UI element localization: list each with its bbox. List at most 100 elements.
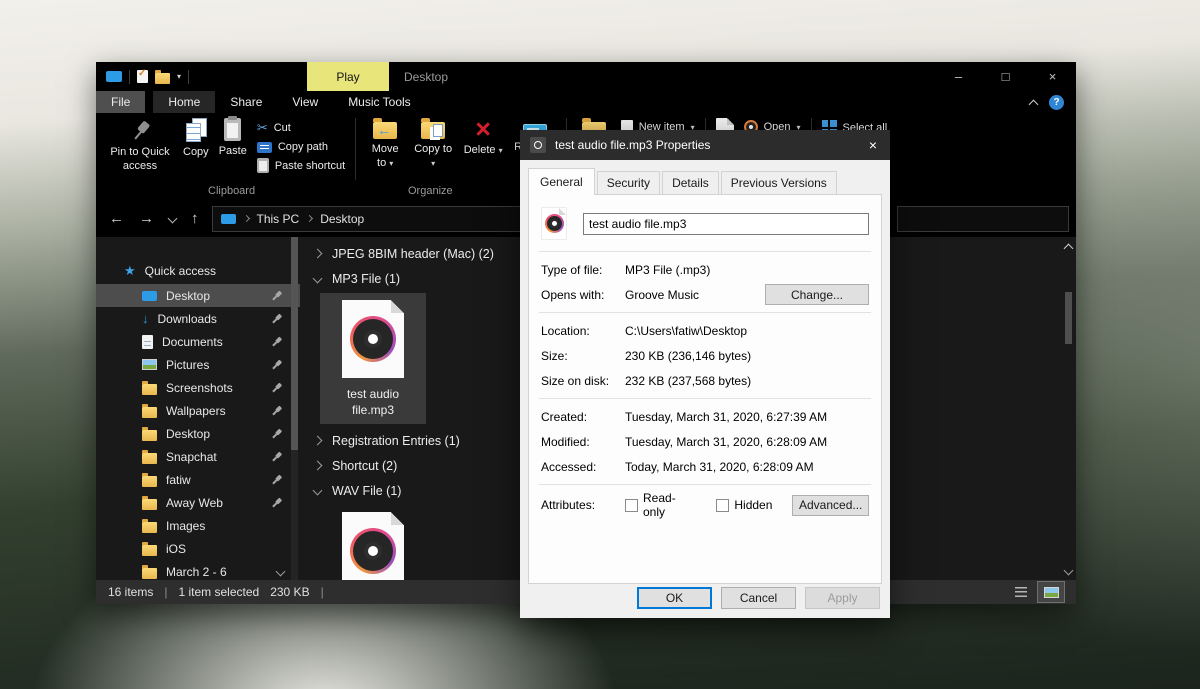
sidebar-item-away-web[interactable]: Away Web bbox=[96, 491, 300, 514]
scrollbar-thumb[interactable] bbox=[1065, 292, 1072, 344]
folder-icon bbox=[142, 522, 157, 533]
sidebar-scrollbar[interactable] bbox=[291, 237, 298, 580]
minimize-button[interactable]: – bbox=[935, 62, 982, 91]
tab-previous-versions[interactable]: Previous Versions bbox=[721, 171, 837, 194]
sidebar-item-ios[interactable]: iOS bbox=[96, 537, 300, 560]
sidebar-item-desktop[interactable]: Desktop bbox=[96, 284, 300, 307]
pin-icon bbox=[269, 426, 285, 442]
breadcrumb-desktop[interactable]: Desktop bbox=[320, 212, 364, 226]
location-label: Location: bbox=[541, 324, 625, 338]
sidebar-item-documents[interactable]: Documents bbox=[96, 330, 300, 353]
help-icon[interactable]: ? bbox=[1049, 95, 1064, 110]
paste-button[interactable]: Paste bbox=[214, 113, 252, 185]
qat-properties-icon[interactable]: ✓ bbox=[137, 70, 148, 83]
filename-input[interactable] bbox=[583, 213, 869, 235]
maximize-button[interactable]: □ bbox=[982, 62, 1029, 91]
pin-to-quick-access-button[interactable]: Pin to Quick access bbox=[102, 113, 178, 185]
qat-new-folder-icon[interactable] bbox=[155, 73, 170, 84]
vinyl-disc-icon bbox=[350, 316, 396, 362]
contextual-tab-play[interactable]: Play bbox=[307, 62, 389, 91]
copy-button[interactable]: Copy bbox=[178, 113, 214, 185]
apply-button[interactable]: Apply bbox=[805, 587, 880, 609]
breadcrumb-chevron-icon[interactable] bbox=[306, 215, 313, 222]
details-view-icon bbox=[1015, 587, 1027, 597]
pin-icon bbox=[269, 311, 285, 327]
thumbnail-view-button[interactable] bbox=[1038, 582, 1064, 602]
location-value: C:\Users\fatiw\Desktop bbox=[625, 324, 747, 338]
chevron-right-icon bbox=[313, 461, 323, 471]
sidebar-item-snapchat[interactable]: Snapchat bbox=[96, 445, 300, 468]
sidebar-item-wallpapers[interactable]: Wallpapers bbox=[96, 399, 300, 422]
breadcrumb-this-pc[interactable]: This PC bbox=[257, 212, 300, 226]
tab-music-tools[interactable]: Music Tools bbox=[333, 91, 425, 113]
readonly-checkbox[interactable] bbox=[625, 499, 638, 512]
recent-locations-caret-icon[interactable] bbox=[168, 214, 178, 224]
thumbnail-view-icon bbox=[1044, 587, 1059, 598]
file-tile-mp3[interactable]: test audio file.mp3 bbox=[320, 293, 426, 424]
change-button[interactable]: Change... bbox=[765, 284, 869, 305]
dialog-close-button[interactable]: × bbox=[856, 130, 890, 160]
sidebar-item-desktop-folder[interactable]: Desktop bbox=[96, 422, 300, 445]
up-button[interactable]: ↑ bbox=[191, 210, 199, 227]
hidden-checkbox[interactable] bbox=[716, 499, 729, 512]
collapse-ribbon-icon[interactable] bbox=[1029, 99, 1039, 109]
sidebar-item-march-2-6[interactable]: March 2 - 6 bbox=[96, 560, 300, 580]
breadcrumb-chevron-icon[interactable] bbox=[242, 215, 249, 222]
sidebar-item-quick-access[interactable]: ★ Quick access bbox=[96, 259, 300, 282]
tab-file[interactable]: File bbox=[96, 91, 145, 113]
location-folder-icon bbox=[221, 214, 236, 224]
sidebar-item-pictures[interactable]: Pictures bbox=[96, 353, 300, 376]
file-list-scrollbar[interactable] bbox=[1061, 237, 1076, 580]
title-bar: ✓ ▾ Play Desktop – □ × bbox=[96, 62, 1076, 91]
cancel-button[interactable]: Cancel bbox=[721, 587, 796, 609]
forward-button[interactable]: → bbox=[139, 210, 154, 227]
tab-security[interactable]: Security bbox=[597, 171, 660, 194]
quick-access-toolbar: ✓ ▾ bbox=[106, 62, 189, 91]
created-label: Created: bbox=[541, 410, 625, 424]
sidebar-item-downloads[interactable]: ↓ Downloads bbox=[96, 307, 300, 330]
advanced-button[interactable]: Advanced... bbox=[792, 495, 869, 516]
sidebar-item-images[interactable]: Images bbox=[96, 514, 300, 537]
modified-label: Modified: bbox=[541, 435, 625, 449]
copy-path-button[interactable]: Copy path bbox=[257, 141, 345, 153]
search-input[interactable] bbox=[897, 206, 1069, 232]
details-view-button[interactable] bbox=[1008, 582, 1034, 602]
organize-group-label: Organize bbox=[408, 185, 453, 197]
audio-file-icon bbox=[342, 300, 404, 378]
accessed-value: Today, March 31, 2020, 6:28:09 AM bbox=[625, 460, 814, 474]
scroll-down-icon[interactable] bbox=[1064, 566, 1074, 576]
file-tile-wav[interactable] bbox=[320, 505, 426, 580]
vinyl-disc-icon bbox=[545, 214, 564, 233]
tab-view[interactable]: View bbox=[277, 91, 333, 113]
chevron-down-icon[interactable] bbox=[276, 567, 286, 577]
tab-details[interactable]: Details bbox=[662, 171, 719, 194]
item-count: 16 items bbox=[108, 585, 153, 599]
sidebar-item-fatiw[interactable]: fatiw bbox=[96, 468, 300, 491]
caret-down-icon: ▾ bbox=[431, 159, 435, 168]
delete-x-icon: × bbox=[475, 118, 491, 140]
modified-value: Tuesday, March 31, 2020, 6:28:09 AM bbox=[625, 435, 827, 449]
chevron-down-icon bbox=[313, 486, 323, 496]
tab-home[interactable]: Home bbox=[153, 91, 215, 113]
scroll-up-icon[interactable] bbox=[1064, 244, 1074, 254]
tab-share[interactable]: Share bbox=[215, 91, 277, 113]
sidebar-item-screenshots[interactable]: Screenshots bbox=[96, 376, 300, 399]
copy-icon bbox=[185, 118, 207, 142]
qat-customize-caret-icon[interactable]: ▾ bbox=[177, 72, 181, 81]
folder-icon bbox=[142, 453, 157, 464]
pin-icon bbox=[269, 380, 285, 396]
tab-general[interactable]: General bbox=[528, 168, 595, 195]
audio-file-icon bbox=[342, 512, 404, 580]
copy-to-button[interactable]: Copy to ▾ bbox=[409, 113, 457, 185]
cut-button[interactable]: ✂ Cut bbox=[257, 120, 345, 136]
ok-button[interactable]: OK bbox=[637, 587, 712, 609]
close-button[interactable]: × bbox=[1029, 62, 1076, 91]
window-controls: – □ × bbox=[935, 62, 1076, 91]
dialog-title: test audio file.mp3 Properties bbox=[555, 138, 710, 152]
type-label: Type of file: bbox=[541, 263, 625, 277]
caret-down-icon: ▾ bbox=[389, 159, 393, 168]
move-to-button[interactable]: ← Move to ▾ bbox=[361, 113, 409, 185]
back-button[interactable]: ← bbox=[109, 210, 124, 227]
paste-shortcut-button[interactable]: Paste shortcut bbox=[257, 158, 345, 173]
delete-button[interactable]: × Delete ▾ bbox=[457, 113, 509, 185]
